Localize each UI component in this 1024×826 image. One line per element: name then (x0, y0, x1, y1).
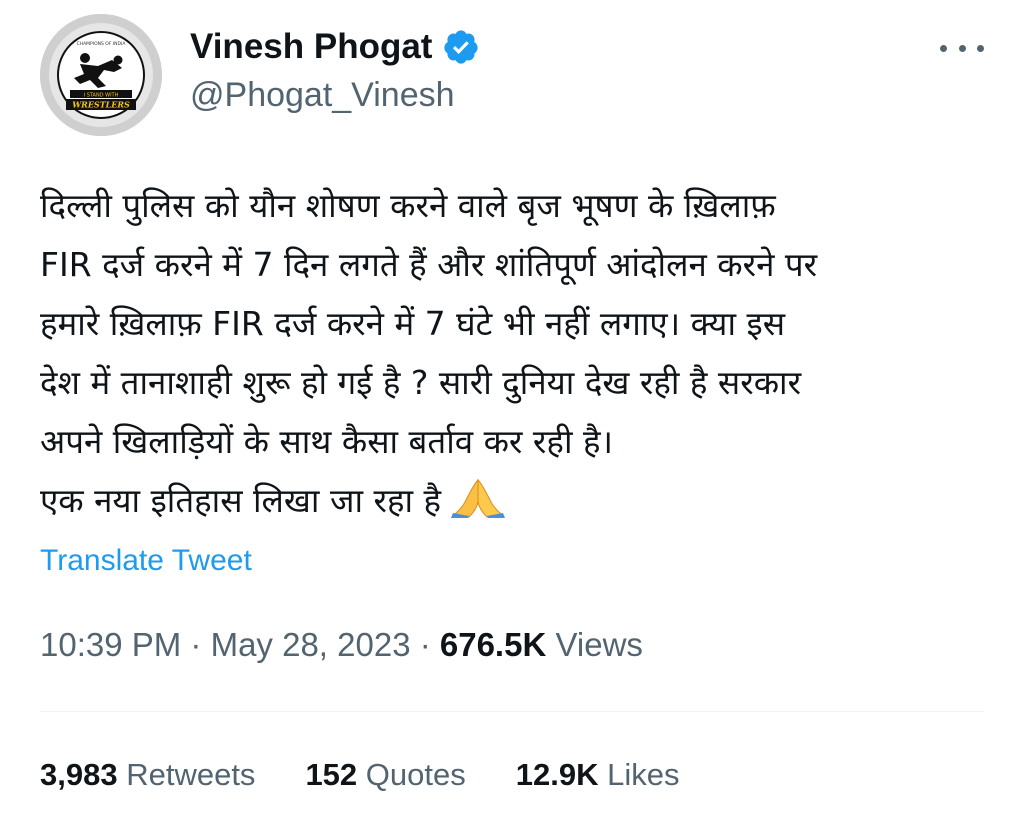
tweet-line: FIR दर्ज करने में 7 दिन लगते हैं और शांत… (40, 245, 818, 284)
avatar-text-bottom: WRESTLERS (72, 100, 130, 110)
more-horizontal-icon (977, 44, 984, 52)
tweet-line-text: एक नया इतिहास लिखा जा रहा है (40, 481, 442, 520)
tweet-line-last: एक नया इतिहास लिखा जा रहा है (40, 471, 990, 530)
tweet-line: दिल्ली पुलिस को यौन शोषण करने वाले बृज भ… (40, 186, 776, 225)
tweet-line: अपने खिलाड़ियों के साथ कैसा बर्ताव कर रह… (40, 422, 614, 461)
avatar[interactable]: CHAMPIONS OF INDIA I STAND WITH WRESTLER… (40, 14, 162, 136)
views-count[interactable]: 676.5K (440, 626, 546, 663)
quotes-label: Quotes (365, 757, 466, 792)
more-options-button[interactable] (940, 36, 984, 60)
avatar-ring-text: CHAMPIONS OF INDIA (77, 41, 127, 47)
author-display-name[interactable]: Vinesh Phogat (190, 27, 432, 67)
retweets-label: Retweets (126, 757, 256, 792)
views-label: Views (555, 626, 643, 663)
tweet-date[interactable]: May 28, 2023 (211, 626, 411, 663)
author-name-row: Vinesh Phogat (190, 22, 480, 72)
tweet-text: दिल्ली पुलिस को यौन शोषण करने वाले बृज भ… (40, 176, 990, 530)
avatar-text-top: I STAND WITH (84, 92, 119, 98)
more-horizontal-icon (958, 44, 966, 52)
folded-hands-icon (451, 478, 506, 518)
tweet-line: हमारे ख़िलाफ़ FIR दर्ज करने में 7 घंटे भ… (40, 304, 785, 343)
avatar-logo-icon: CHAMPIONS OF INDIA I STAND WITH WRESTLER… (40, 14, 162, 136)
likes-count: 12.9K (515, 757, 599, 792)
retweets-count: 3,983 (40, 757, 118, 792)
more-horizontal-icon (940, 44, 947, 52)
tweet-time[interactable]: 10:39 PM (40, 626, 181, 663)
retweets-stat[interactable]: 3,983 Retweets (40, 757, 255, 793)
meta-separator: · (410, 626, 440, 663)
likes-stat[interactable]: 12.9K Likes (516, 757, 680, 793)
tweet-meta: 10:39 PM · May 28, 2023 · 676.5K Views (40, 626, 643, 664)
translate-tweet-link[interactable]: Translate Tweet (40, 544, 252, 578)
meta-separator: · (181, 626, 211, 663)
quotes-count: 152 (305, 757, 358, 792)
quotes-stat[interactable]: 152 Quotes (305, 757, 465, 793)
tweet-line: देश में तानाशाही शुरू हो गई है ? सारी दु… (40, 363, 802, 402)
tweet-stats: 3,983 Retweets 152 Quotes 12.9K Likes (40, 757, 729, 793)
divider (40, 711, 984, 712)
author-handle[interactable]: @Phogat_Vinesh (190, 76, 455, 115)
likes-label: Likes (607, 757, 680, 792)
verified-badge-icon[interactable] (442, 28, 480, 66)
